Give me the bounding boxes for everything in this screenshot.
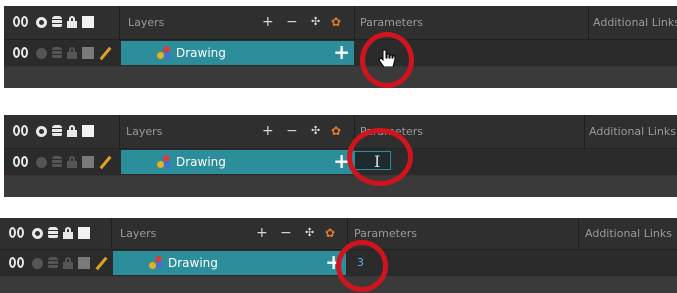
circle-icon[interactable] [36,125,47,137]
remove-layer-icon[interactable]: − [280,226,292,240]
lock-icon[interactable] [67,16,77,28]
database-icon[interactable] [52,156,62,168]
remove-layer-icon[interactable]: − [286,15,298,29]
database-icon[interactable] [48,257,58,269]
eyes-icon[interactable] [9,227,27,239]
timeline-panel-1: Layers + − ✣ ✿ Parameters Additional Lin… [4,6,677,88]
eyes-icon[interactable] [9,257,27,269]
timeline-header: Layers + − ✣ ✿ Parameters Additional Lin… [0,218,677,250]
lock-icon[interactable] [63,257,73,269]
layer-name: Drawing [176,155,226,169]
lock-icon[interactable] [67,156,77,168]
additional-links-header-label: Additional Links [589,125,676,138]
header-toggle-icons [9,225,90,241]
square-icon[interactable] [82,16,94,28]
empty-area [0,277,677,293]
lock-icon[interactable] [67,47,77,59]
header-toggle-icons [13,14,94,30]
layer-name: Drawing [168,256,218,270]
layers-header-label: Layers [120,227,157,240]
layer-row[interactable]: Drawing + [4,40,677,68]
lock-icon[interactable] [63,227,73,239]
eyes-icon[interactable] [13,47,31,59]
circle-icon[interactable] [32,227,43,239]
layer-name-cell[interactable]: Drawing + [121,41,354,65]
layer-properties-icon[interactable]: ✿ [331,124,341,138]
database-icon[interactable] [52,16,62,28]
additional-links-header-label: Additional Links [593,16,677,29]
layer-properties-icon[interactable]: ✿ [331,15,341,29]
circle-icon[interactable] [32,257,43,269]
square-icon[interactable] [82,47,94,59]
timeline-header: Layers + − ✣ ✿ Parameters Additional Lin… [4,115,677,149]
database-icon[interactable] [52,125,62,137]
eyes-icon[interactable] [13,156,31,168]
layers-header-label: Layers [126,125,163,138]
row-toggle-icons [9,255,109,271]
pencil-icon[interactable] [95,256,109,270]
remove-layer-icon[interactable]: − [286,124,298,138]
drawing-layer-icon [149,256,163,270]
square-icon[interactable] [82,125,94,137]
layer-name: Drawing [176,46,226,60]
timeline-panel-2: Layers + − ✣ ✿ Parameters Additional Lin… [4,115,677,197]
drawing-layer-icon [157,46,171,60]
empty-area [4,176,677,197]
parameters-header-label: Parameters [354,227,417,240]
square-icon[interactable] [78,257,90,269]
row-toggle-icons [13,154,113,170]
add-layer-icon[interactable]: + [262,15,274,29]
database-icon[interactable] [52,47,62,59]
highlight-ring [336,240,388,292]
add-peg-icon[interactable]: ✣ [311,15,320,29]
row-toggle-icons [13,45,113,61]
layer-name-cell[interactable]: Drawing + [113,251,346,275]
database-icon[interactable] [48,227,58,239]
highlight-ring [360,32,414,88]
pencil-icon[interactable] [99,155,113,169]
parameters-header-label: Parameters [360,16,423,29]
eyes-icon[interactable] [13,16,31,28]
pencil-icon[interactable] [99,46,113,60]
layer-row[interactable]: Drawing + I [4,149,677,175]
add-peg-icon[interactable]: ✣ [305,226,314,240]
circle-icon[interactable] [36,16,47,28]
layer-properties-icon[interactable]: ✿ [325,226,335,240]
layers-header-label: Layers [128,16,165,29]
add-layer-icon[interactable]: + [262,124,274,138]
additional-links-header-label: Additional Links [585,227,672,240]
timeline-header: Layers + − ✣ ✿ Parameters Additional Lin… [4,6,677,40]
lock-icon[interactable] [67,125,77,137]
add-layer-icon[interactable]: + [256,226,268,240]
add-parameter-icon[interactable]: + [333,42,350,62]
layer-name-cell[interactable]: Drawing + [121,150,354,174]
circle-icon[interactable] [36,47,47,59]
header-toggle-icons [13,123,94,139]
add-peg-icon[interactable]: ✣ [311,124,320,138]
square-icon[interactable] [82,156,94,168]
highlight-ring [347,128,413,186]
eyes-icon[interactable] [13,125,31,137]
square-icon[interactable] [78,227,90,239]
circle-icon[interactable] [36,156,47,168]
empty-area [4,67,677,88]
drawing-layer-icon [157,155,171,169]
